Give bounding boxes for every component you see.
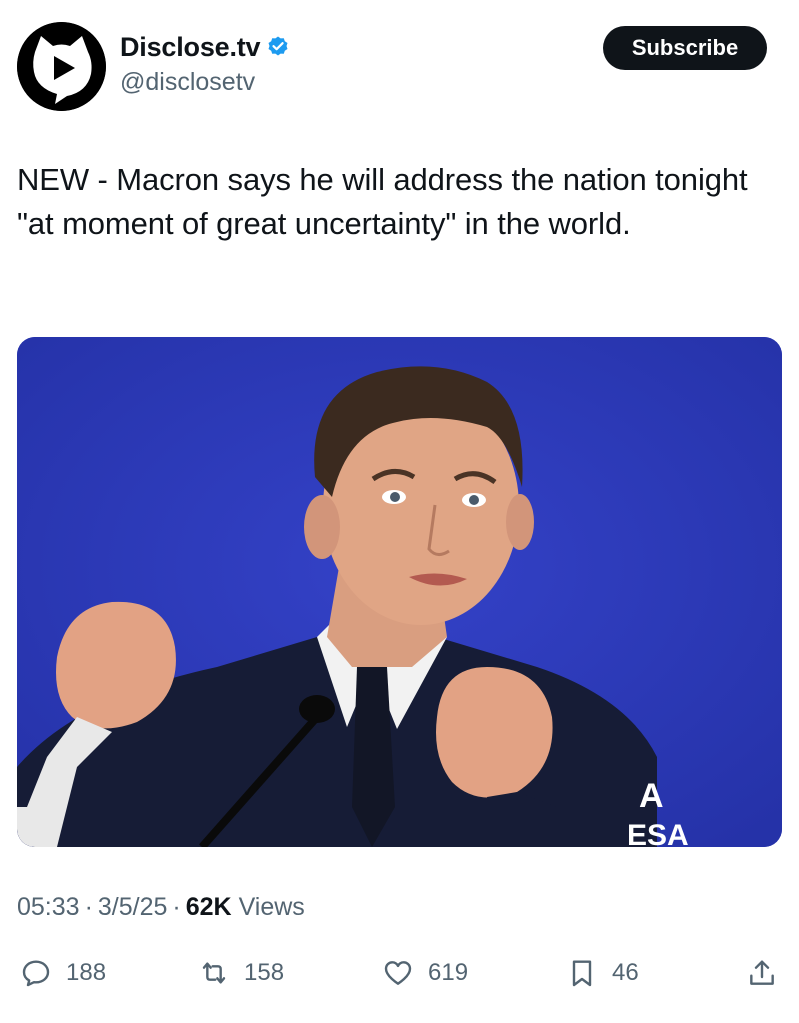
play-cat-logo-icon: [17, 22, 106, 111]
share-icon: [750, 960, 774, 985]
bookmark-button[interactable]: 46: [566, 952, 639, 994]
views-label: Views: [238, 893, 305, 921]
reply-count: 188: [66, 959, 107, 986]
retweet-button[interactable]: 158: [198, 952, 284, 994]
tweet-header: Disclose.tv @disclosetv Subscribe: [17, 22, 767, 112]
tweet-text: NEW - Macron says he will address the na…: [17, 162, 748, 241]
tweet-actions-bar: 188 158 619 46: [20, 952, 780, 994]
separator-dot: ·: [84, 893, 93, 921]
bookmark-count: 46: [612, 959, 639, 986]
display-name-row: Disclose.tv: [120, 30, 290, 64]
views-count: 62K: [185, 893, 232, 921]
reply-button[interactable]: 188: [20, 952, 106, 994]
tweet-date[interactable]: 3/5/25: [98, 893, 168, 921]
like-button[interactable]: 619: [382, 952, 468, 994]
account-handle[interactable]: @disclosetv: [120, 68, 290, 97]
retweet-count: 158: [244, 959, 285, 986]
media-corner-text-top: A: [639, 777, 664, 815]
verified-badge-icon: [266, 35, 290, 59]
like-count: 619: [428, 959, 469, 986]
heart-icon: [384, 961, 412, 985]
share-button[interactable]: [746, 952, 778, 994]
reply-icon: [22, 960, 50, 987]
tweet-metadata: 05:33 · 3/5/25 · 62K Views: [17, 893, 305, 922]
macron-photo-illustration: A ESA: [17, 337, 782, 847]
separator-dot: ·: [172, 893, 181, 921]
subscribe-button[interactable]: Subscribe: [603, 26, 767, 70]
retweet-icon: [202, 962, 226, 984]
display-name[interactable]: Disclose.tv: [120, 32, 261, 63]
account-names: Disclose.tv @disclosetv: [120, 30, 290, 97]
media-corner-text-bottom: ESA: [627, 819, 689, 847]
bookmark-icon: [572, 960, 592, 987]
avatar[interactable]: [17, 22, 106, 111]
tweet-media-photo[interactable]: A ESA: [17, 337, 782, 847]
tweet-time[interactable]: 05:33: [17, 893, 80, 921]
